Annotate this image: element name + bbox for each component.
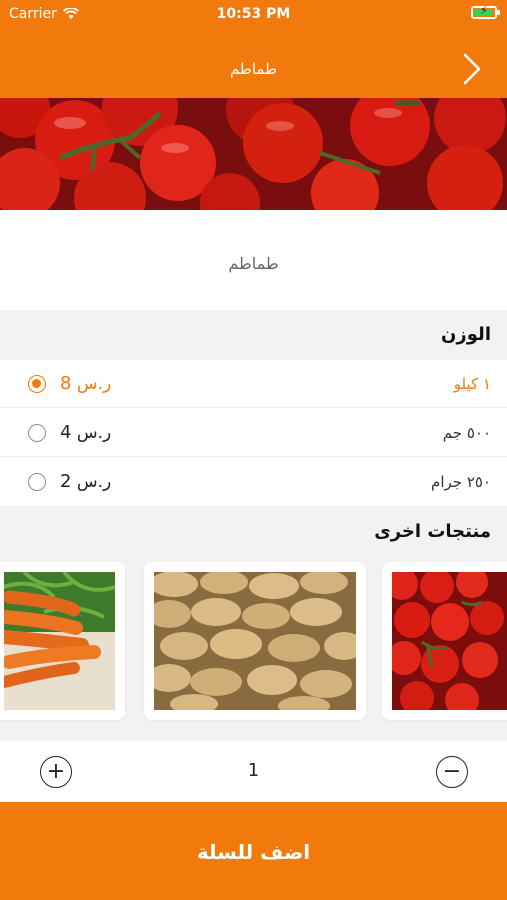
price-value: 2 xyxy=(60,471,72,492)
other-products-title: منتجات اخرى xyxy=(374,521,491,542)
page-title: طماطم xyxy=(229,60,278,78)
price-value: 4 xyxy=(60,422,72,443)
add-to-cart-label: اضف للسلة xyxy=(196,840,311,864)
price-currency: ر.س xyxy=(76,374,112,394)
price-value: 8 xyxy=(60,373,72,394)
option-price: 8 ر.س xyxy=(60,373,111,394)
battery-icon: ⚡ xyxy=(471,4,500,19)
option-weight-label: ٥٠٠ جم xyxy=(442,424,491,442)
weight-option-1kg[interactable]: 8 ر.س ١ كيلو xyxy=(0,360,507,408)
weight-section-title: الوزن xyxy=(441,324,491,345)
radio-unselected-icon[interactable] xyxy=(28,473,46,491)
price-currency: ر.س xyxy=(76,423,112,443)
radio-unselected-icon[interactable] xyxy=(28,424,46,442)
radio-selected-icon[interactable] xyxy=(28,375,46,393)
product-card-potatoes[interactable] xyxy=(144,562,366,720)
other-products-carousel[interactable] xyxy=(0,555,507,730)
carrots-image xyxy=(4,572,115,710)
option-weight-label: ٢٥٠ جرام xyxy=(431,473,491,491)
product-card-tomatoes[interactable] xyxy=(382,562,507,720)
product-card-carrots[interactable] xyxy=(0,562,125,720)
status-time: 10:53 PM xyxy=(216,6,291,22)
product-name: طماطم xyxy=(228,254,279,273)
product-hero-image xyxy=(0,98,507,210)
option-price: 2 ر.س xyxy=(60,471,111,492)
minus-symbol: − xyxy=(442,759,462,784)
tomatoes-image xyxy=(392,572,507,710)
weight-option-500g[interactable]: 4 ر.س ٥٠٠ جم xyxy=(0,409,507,457)
weight-options-list: 8 ر.س ١ كيلو 4 ر.س ٥٠٠ جم 2 ر.س ٢٥٠ جرام xyxy=(0,360,507,506)
minus-icon[interactable]: − xyxy=(436,756,468,788)
quantity-stepper: + 1 − xyxy=(0,741,507,802)
navigation-bar: طماطم xyxy=(0,38,507,98)
option-weight-label: ١ كيلو xyxy=(453,375,491,393)
weight-option-250g[interactable]: 2 ر.س ٢٥٠ جرام xyxy=(0,458,507,506)
chevron-right-icon[interactable] xyxy=(457,52,487,86)
top-bar: Carrier 10:53 PM ⚡ طماطم xyxy=(0,0,507,98)
price-currency: ر.س xyxy=(76,472,112,492)
status-bar: Carrier 10:53 PM ⚡ xyxy=(0,0,507,30)
product-name-card: طماطم xyxy=(0,210,507,310)
quantity-value: 1 xyxy=(247,760,260,781)
potatoes-image xyxy=(154,572,356,710)
option-price: 4 ر.س xyxy=(60,422,111,443)
add-to-cart-button[interactable]: اضف للسلة xyxy=(0,802,507,900)
